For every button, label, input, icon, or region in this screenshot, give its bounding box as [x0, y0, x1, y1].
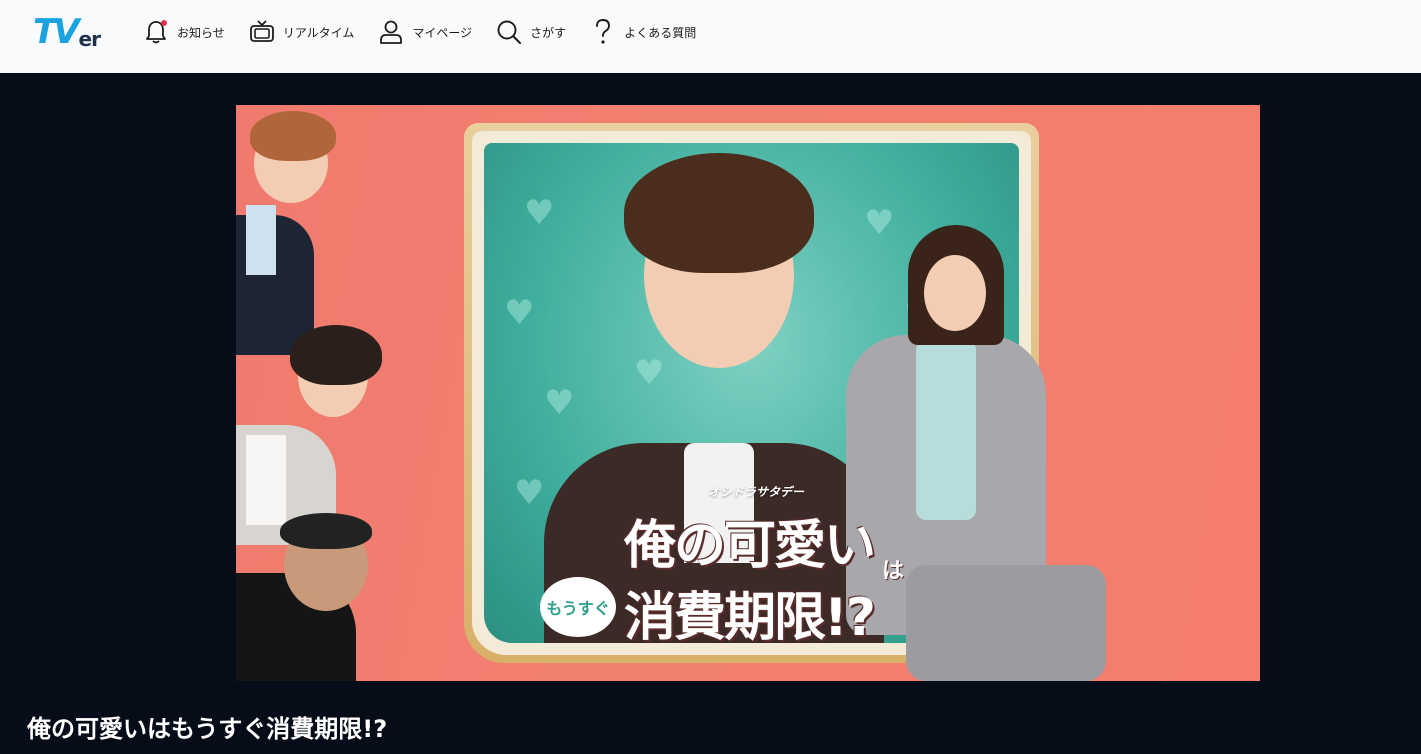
cast-figure-left-top — [236, 105, 346, 355]
logo-mousugu-bubble: もうすぐ — [540, 577, 616, 637]
tv-icon — [249, 18, 275, 46]
nav-item-realtime[interactable]: リアルタイム — [249, 16, 355, 48]
logo-title-line1: 俺の可愛い — [624, 516, 876, 576]
main-nav: お知らせ リアルタイム マイページ さがす よくある質問 — [143, 16, 720, 48]
cast-figure-left-bottom — [236, 513, 396, 681]
logo-tv-text: TV — [33, 12, 79, 52]
nav-item-notifications[interactable]: お知らせ — [143, 16, 225, 48]
cast-figure-left-middle — [236, 325, 396, 545]
nav-label-realtime: リアルタイム — [282, 25, 355, 40]
tver-logo[interactable]: TV er — [33, 12, 103, 52]
logo-title-line2: 消費期限!? — [624, 588, 876, 648]
nav-item-mypage[interactable]: マイページ — [378, 16, 472, 48]
program-title-logo: オシドラサタデー 俺の可愛い は もうすぐ 消費期限!? — [540, 485, 984, 667]
logo-er-text: er — [78, 27, 101, 51]
nav-label-notifications: お知らせ — [177, 25, 225, 40]
nav-item-faq[interactable]: よくある質問 — [590, 16, 696, 48]
logo-title-ha: は — [882, 559, 905, 584]
question-icon — [590, 18, 616, 46]
nav-label-faq: よくある質問 — [624, 25, 697, 40]
top-header: TV er お知らせ リアルタイム マイページ さがす よくある質問 — [0, 0, 1421, 73]
program-title: 俺の可愛いはもうすぐ消費期限!? — [27, 715, 388, 743]
user-icon — [378, 18, 404, 46]
program-key-visual[interactable]: ♥ ♥ ♥ ♥ ♥ ♥ ♥ ♥ — [236, 105, 1260, 681]
notification-dot — [161, 20, 167, 26]
bell-icon — [143, 18, 169, 46]
brand-label: オシドラサタデー — [708, 485, 805, 499]
nav-label-mypage: マイページ — [412, 25, 473, 40]
nav-label-search: さがす — [530, 25, 567, 40]
search-icon — [496, 18, 522, 46]
nav-item-search[interactable]: さがす — [496, 16, 566, 48]
